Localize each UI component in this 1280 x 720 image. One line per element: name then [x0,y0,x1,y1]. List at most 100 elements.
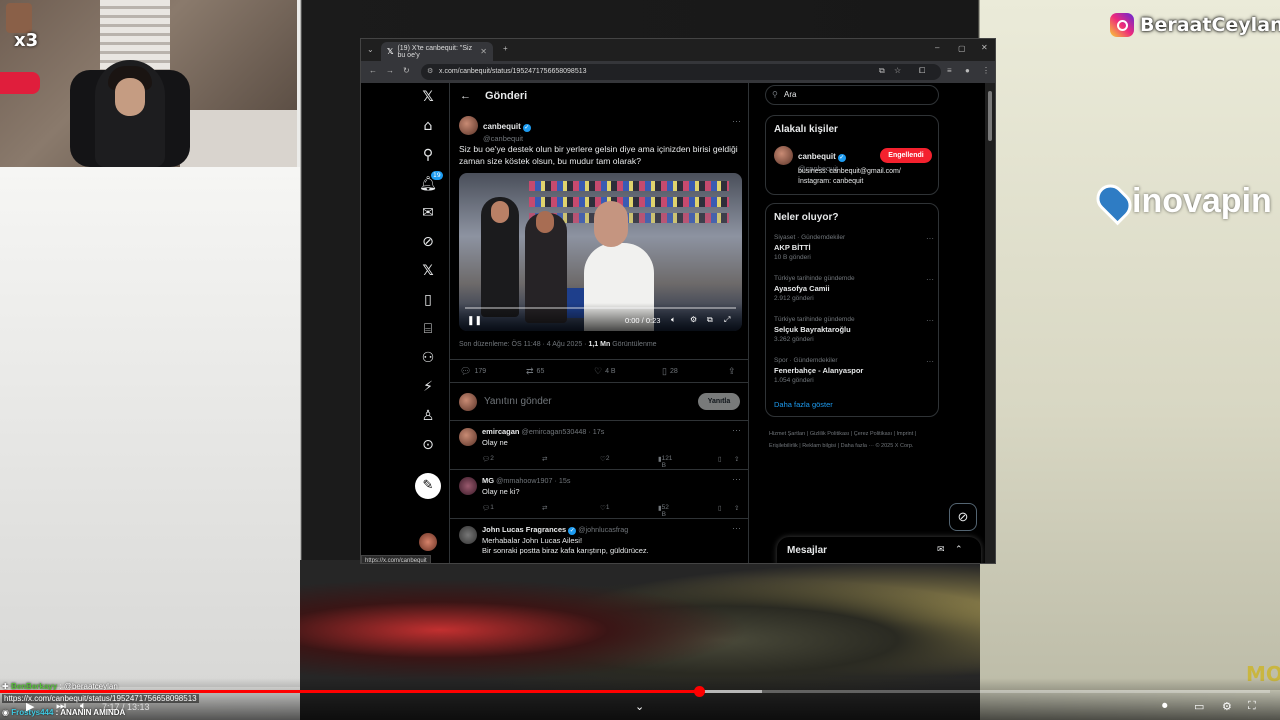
show-more-link[interactable]: Daha fazla göster [774,400,833,409]
profile-icon[interactable]: ♙ [417,405,439,427]
reply-avatar[interactable] [459,526,477,544]
jobs-icon[interactable]: ⌸ [417,318,439,340]
fullscreen-icon[interactable]: ⤢ [724,315,730,325]
post-button[interactable]: ✎ [415,473,441,499]
tab-list-icon[interactable]: ⌄ [367,45,374,54]
next-icon[interactable]: ⏭︎ [56,700,66,713]
pip-icon[interactable]: ⧉ [707,315,713,325]
url-field[interactable]: ⚙ x.com/canbequit/status/195247175665809… [421,64,941,80]
media-icon[interactable]: ≡ [947,66,952,75]
maximize-icon[interactable]: ▢ [958,44,966,53]
x-logo-icon[interactable]: 𝕏 [417,86,439,108]
expand-icon[interactable]: ⌃ [955,544,963,555]
footer-links[interactable]: Hizmet Şartları | Gizlilik Politikası | … [769,428,939,452]
like-icon[interactable]: ♡ 2 [600,455,609,463]
more-options-icon[interactable]: ··· [926,316,934,325]
author-avatar[interactable] [459,116,478,135]
pause-icon[interactable]: ❚❚ [467,315,482,326]
reply-item[interactable]: John Lucas Fragrances ✓ @johnlucasfrag ··… [450,519,748,563]
grok-icon[interactable]: ⊘ [949,503,977,531]
related-avatar[interactable] [774,146,793,165]
reload-icon[interactable]: ↻ [403,66,410,75]
like-action[interactable]: ♡ 4 B [594,366,616,377]
browser-tab[interactable]: 𝕏 (19) X'te canbequit: "Siz bu oe'y ✕ [381,42,493,61]
reply-avatar[interactable] [459,477,477,495]
bookmark-icon[interactable]: ▯ [718,504,722,512]
reply-avatar[interactable] [459,428,477,446]
more-options-icon[interactable]: ··· [732,116,741,126]
reply-item[interactable]: MG @mmahoow1907 · 15s ··· Olay ne ki? 💬︎… [450,470,748,519]
blocked-button[interactable]: Engellendi [880,148,932,163]
tab-close-icon[interactable]: ✕ [480,47,487,56]
messages-drawer[interactable]: Mesajlar ✉ ⌃ [777,537,981,563]
video-progress[interactable] [465,307,736,309]
reply-icon[interactable]: 💬︎ 2 [482,455,494,463]
trend-item[interactable]: Spor · Gündemdekiler Fenerbahçe - Alanya… [774,357,934,384]
trend-item[interactable]: Siyaset · Gündemdekiler AKP BİTTİ 10 B g… [774,234,934,261]
repost-icon[interactable]: ⇄ [542,504,547,512]
profile-icon[interactable]: ● [965,66,970,75]
bookmark-icon[interactable]: ▯ [718,455,722,463]
minimize-icon[interactable]: – [935,43,939,52]
reply-action[interactable]: 💬︎ 179 [460,366,486,377]
search-input[interactable]: ⚲ Ara [765,85,939,105]
bookmark-action[interactable]: ▯ 28 [662,366,678,377]
views-icon[interactable]: ▮ 52 B [658,504,669,518]
share-action[interactable]: ⇪ [728,366,736,377]
play-icon[interactable]: ▶ [26,700,34,713]
scrollbar-thumb[interactable] [988,91,992,141]
more-options-icon[interactable]: ··· [926,275,934,284]
home-icon[interactable]: ⌂ [417,115,439,137]
reply-item[interactable]: emircagan @emircagan530448 · 17s ··· Ola… [450,421,748,470]
reply-button[interactable]: Yanıtla [698,393,740,410]
reply-input[interactable]: Yanıtını gönder [484,396,552,407]
window-close-icon[interactable]: ✕ [981,43,988,52]
share-icon[interactable]: ⇪ [734,504,739,512]
video-progress-bar[interactable] [0,686,1270,697]
trend-item[interactable]: Türkiye tarihinde gündemde Ayasofya Cami… [774,275,934,302]
forward-icon[interactable]: → [386,66,394,75]
bookmarks-icon[interactable]: ▯ [417,289,439,311]
more-options-icon[interactable]: ··· [732,474,741,484]
repost-action[interactable]: ⇄ 65 [526,366,544,377]
chevron-down-icon[interactable]: ⌄ [635,700,644,713]
volume-icon[interactable]: 🔈︎ [671,315,676,325]
settings-icon[interactable]: ⚙ [690,315,697,324]
menu-icon[interactable]: ⋮ [982,66,990,75]
verified-orgs-icon[interactable]: ⚡︎ [417,376,439,398]
search-icon[interactable]: ⚲ [417,144,439,166]
scrollbar[interactable] [985,83,995,563]
settings-icon[interactable]: ⚙ [1222,700,1232,713]
premium-x-icon[interactable]: 𝕏 [417,260,439,282]
more-options-icon[interactable]: ··· [926,357,934,366]
more-options-icon[interactable]: ··· [732,425,741,435]
messages-icon[interactable]: ✉ [417,202,439,224]
author-block[interactable]: canbequit ✓ @canbequit [483,116,531,143]
autoplay-toggle-icon[interactable]: ⏺ [1162,700,1168,713]
new-message-icon[interactable]: ✉ [937,544,945,555]
subtitles-icon[interactable]: ▭ [1194,700,1204,713]
new-tab-icon[interactable]: + [503,44,508,53]
repost-icon[interactable]: ⇄ [542,455,547,463]
more-options-icon[interactable]: ··· [732,523,741,533]
trend-item[interactable]: Türkiye tarihinde gündemde Selçuk Bayrak… [774,316,934,343]
share-icon[interactable]: ⇪ [734,455,739,463]
bookmark-star-icon[interactable]: ☆ [894,66,901,75]
more-options-icon[interactable]: ··· [926,234,934,243]
volume-icon[interactable]: 🔈︎ [80,700,87,713]
back-icon[interactable]: ← [369,66,377,75]
reply-icon[interactable]: 💬︎ 1 [482,504,494,512]
extensions-icon[interactable]: ⧠ [919,66,925,76]
scrubber-knob[interactable] [693,686,705,697]
more-icon[interactable]: ⊙ [417,434,439,456]
notifications-icon[interactable]: 🔔︎ 19 [417,171,443,195]
account-avatar[interactable] [419,533,437,551]
install-icon[interactable]: ⧉ [879,66,885,76]
site-info-icon[interactable]: ⚙ [427,64,433,80]
back-arrow-icon[interactable]: ← [460,90,471,102]
like-icon[interactable]: ♡ 1 [600,504,609,512]
communities-icon[interactable]: ⚇ [417,347,439,369]
tweet-video[interactable]: ❚❚ 0:00 / 0:23 🔈︎ ⚙ ⧉ ⤢ [459,173,742,331]
grok-icon[interactable]: ⊘ [417,231,439,253]
fullscreen-icon[interactable]: ⛶ [1248,700,1256,713]
